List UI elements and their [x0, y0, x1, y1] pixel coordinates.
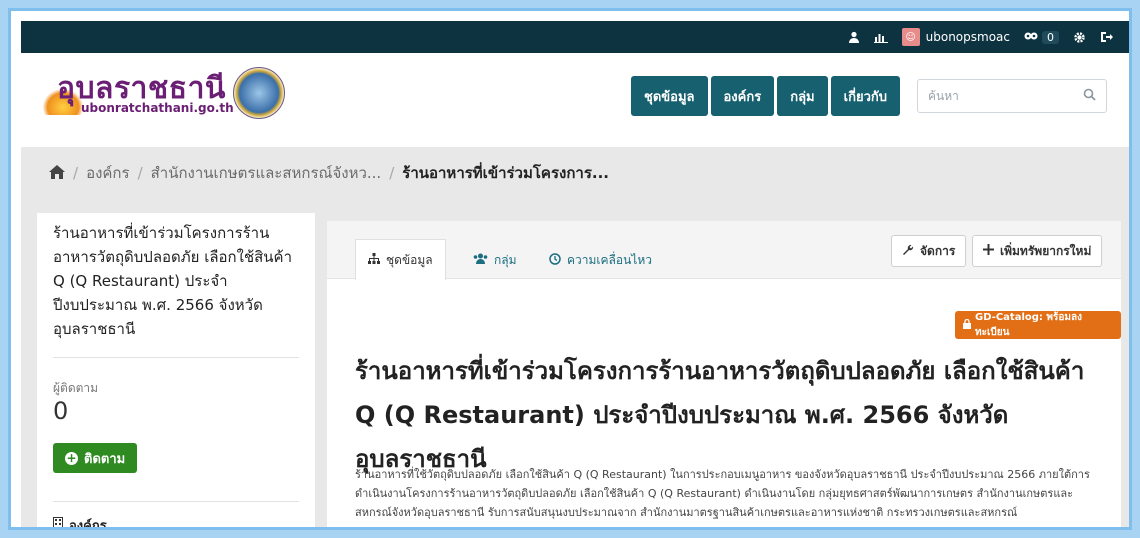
sidebar-dataset-title: ร้านอาหารที่เข้าร่วมโครงการร้านอาหารวัตถ… — [53, 224, 292, 338]
dataset-sidebar: ร้านอาหารที่เข้าร่วมโครงการร้านอาหารวัตถ… — [37, 213, 315, 530]
nav-datasets[interactable]: ชุดข้อมูล — [631, 76, 708, 116]
add-resource-button[interactable]: เพิ่มทรัพยากรใหม่ — [972, 235, 1103, 267]
user-name: ubonopsmoac — [925, 30, 1010, 44]
followers-label: ผู้ติดตาม — [53, 381, 99, 395]
followers-count: 0 — [53, 397, 69, 425]
dataset-description: ร้านอาหารที่ใช้วัตถุดิบปลอดภัย เลือกใช้ส… — [355, 468, 1090, 519]
add-resource-label: เพิ่มทรัพยากรใหม่ — [1000, 243, 1092, 258]
organization-section-heading: องค์กร — [53, 515, 107, 530]
plus-icon — [983, 244, 994, 258]
site-search — [917, 79, 1107, 113]
tab-groups[interactable]: กลุ่ม — [461, 241, 529, 279]
activity-icon — [1024, 30, 1038, 45]
avatar: ☺ — [901, 28, 920, 46]
follow-button-label: ติดตาม — [84, 451, 126, 467]
gd-catalog-status-badge[interactable]: GD-Catalog: พร้อมลงทะเบียน — [955, 311, 1121, 339]
tab-groups-label: กลุ่ม — [494, 252, 517, 267]
divider — [53, 501, 299, 502]
lock-icon — [963, 318, 971, 332]
building-icon — [53, 517, 63, 527]
tab-activity-label: ความเคลื่อนไหว — [567, 252, 652, 267]
site-header: อุบลราชธานี ubonratchathani.go.th ชุดข้อ… — [21, 53, 1129, 139]
site-logo[interactable]: อุบลราชธานี ubonratchathani.go.th — [43, 65, 285, 125]
dataset-title: ร้านอาหารที่เข้าร่วมโครงการร้านอาหารวัตถ… — [355, 357, 1085, 473]
nav-about[interactable]: เกี่ยวกับ — [830, 76, 900, 116]
nav-groups[interactable]: กลุ่ม — [777, 76, 828, 116]
content-tabs: ชุดข้อมูล กลุ่ม ความเคลื่อนไหว จัดการ เพ… — [327, 221, 1121, 280]
clock-icon — [549, 252, 561, 268]
logo-url: ubonratchathani.go.th — [81, 101, 234, 115]
tab-datasets-label: ชุดข้อมูล — [386, 252, 433, 267]
account-masthead: ☺ ubonopsmoac 0 — [21, 21, 1129, 53]
user-profile-link[interactable]: ☺ ubonopsmoac — [901, 28, 1010, 46]
page: ☺ ubonopsmoac 0 อุบลราชธานี ubonratchath — [21, 21, 1129, 530]
search-icon[interactable] — [1083, 88, 1096, 105]
main-nav: ชุดข้อมูล องค์กร กลุ่ม เกี่ยวกับ — [631, 76, 900, 116]
tab-activity-stream[interactable]: ความเคลื่อนไหว — [537, 241, 664, 279]
home-icon[interactable] — [49, 164, 65, 183]
wrench-icon — [902, 244, 914, 259]
breadcrumb: / องค์กร / สำนักงานเกษตรและสหกรณ์จังหว..… — [21, 147, 1129, 199]
screenshot-frame: ☺ ubonopsmoac 0 อุบลราชธานี ubonratchath — [8, 8, 1132, 530]
manage-button[interactable]: จัดการ — [891, 235, 967, 267]
user-icon[interactable] — [848, 31, 860, 43]
province-seal-icon — [233, 67, 285, 119]
activity-count-badge: 0 — [1042, 30, 1059, 44]
dataset-main: ชุดข้อมูล กลุ่ม ความเคลื่อนไหว จัดการ เพ… — [327, 221, 1121, 527]
gd-catalog-label: GD-Catalog: พร้อมลงทะเบียน — [975, 312, 1082, 338]
follow-button[interactable]: + ติดตาม — [53, 443, 138, 473]
activity-stream-link[interactable]: 0 — [1024, 30, 1059, 45]
breadcrumb-organization[interactable]: สำนักงานเกษตรและสหกรณ์จังหว... — [151, 161, 382, 185]
search-input[interactable] — [928, 89, 1083, 103]
tab-datasets[interactable]: ชุดข้อมูล — [355, 239, 446, 280]
logout-icon[interactable] — [1100, 31, 1113, 43]
plus-circle-icon: + — [65, 450, 78, 465]
settings-icon[interactable] — [1073, 31, 1086, 44]
users-icon — [473, 253, 488, 267]
manage-button-label: จัดการ — [920, 243, 956, 258]
breadcrumb-current-dataset[interactable]: ร้านอาหารที่เข้าร่วมโครงการ... — [402, 161, 609, 185]
breadcrumb-organizations[interactable]: องค์กร — [86, 161, 130, 185]
nav-organizations[interactable]: องค์กร — [710, 76, 775, 116]
dashboard-icon[interactable] — [873, 31, 888, 43]
divider — [53, 357, 299, 358]
organization-heading-label: องค์กร — [69, 519, 107, 530]
sitemap-icon — [368, 253, 380, 267]
